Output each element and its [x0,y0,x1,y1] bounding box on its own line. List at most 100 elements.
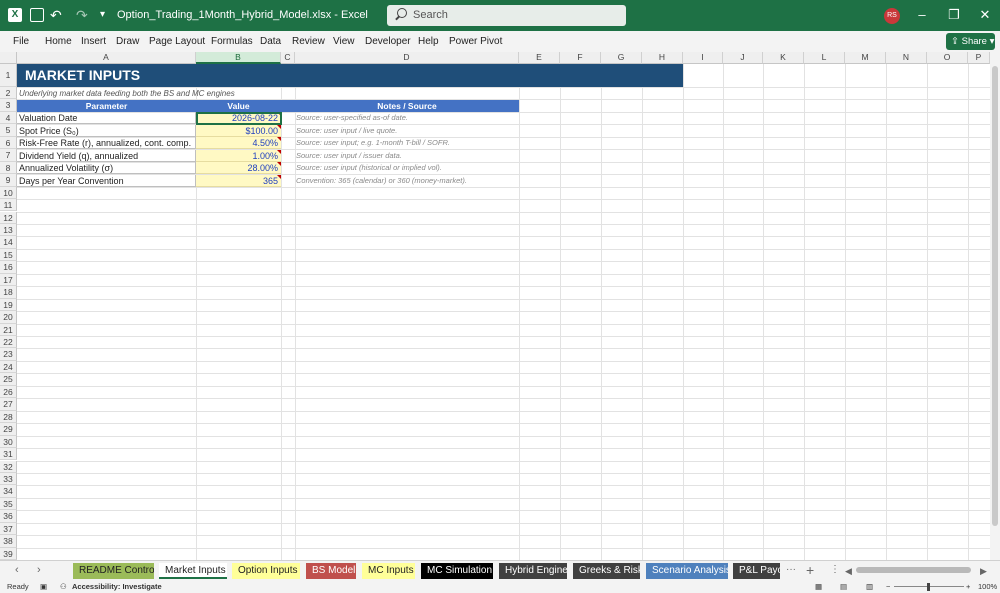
row-header[interactable]: 3 [0,99,17,112]
row-header[interactable]: 2 [0,87,17,100]
header-spacer[interactable] [281,100,295,112]
row-header[interactable]: 14 [0,236,17,249]
row-header[interactable]: 23 [0,348,17,361]
menu-home[interactable]: Home [45,36,72,47]
column-header-n[interactable]: N [886,52,927,64]
row-header[interactable]: 16 [0,261,17,274]
row-header[interactable]: 1 [0,64,17,87]
sheet-subtitle[interactable]: Underlying market data feeding both the … [19,89,235,98]
row-header[interactable]: 17 [0,273,17,287]
column-header-e[interactable]: E [519,52,560,64]
note-cell[interactable]: Source: user input / issuer data. [296,150,402,162]
header-notes[interactable]: Notes / Source [295,100,519,112]
note-cell[interactable]: Source: user input / live quote. [296,125,397,137]
row-header[interactable]: 6 [0,136,17,150]
zoom-in-icon[interactable]: + [966,582,970,591]
row-header[interactable]: 36 [0,510,17,523]
tab-options-icon[interactable]: ⋮ [830,564,840,575]
share-button[interactable]: ⇪ Share ▾ [946,33,995,50]
row-header[interactable]: 38 [0,535,17,548]
row-header[interactable]: 15 [0,248,17,262]
redo-icon[interactable]: ↷ [76,8,90,22]
row-header[interactable]: 25 [0,373,17,386]
tab-scroll-left-icon[interactable]: ‹ [15,564,19,576]
row-header[interactable]: 12 [0,211,17,224]
value-input-cell[interactable]: 1.00% [196,150,281,162]
horizontal-scroll-thumb[interactable] [856,567,971,573]
row-header[interactable]: 20 [0,311,17,324]
row-header[interactable]: 18 [0,286,17,299]
row-header[interactable]: 7 [0,149,17,162]
row-header[interactable]: 5 [0,124,17,137]
menu-developer[interactable]: Developer [365,36,411,47]
page-break-view-icon[interactable]: ▥ [866,582,873,591]
horizontal-scrollbar[interactable] [856,566,976,574]
select-all-corner[interactable] [0,52,17,64]
menu-page-layout[interactable]: Page Layout [149,36,205,47]
parameter-cell[interactable]: Annualized Volatility (σ) [17,162,196,174]
column-header-j[interactable]: J [723,52,763,64]
menu-review[interactable]: Review [292,36,325,47]
menu-insert[interactable]: Insert [81,36,106,47]
row-header[interactable]: 34 [0,485,17,498]
sheet-banner[interactable]: MARKET INPUTS [17,64,683,87]
row-header[interactable]: 32 [0,460,17,473]
sheet-tab[interactable]: Scenario Analysis [646,563,728,579]
customize-toolbar-icon[interactable]: ▾ [100,8,114,22]
value-input-cell[interactable]: $100.00 [196,125,281,137]
note-cell[interactable]: Source: user input (historical or implie… [296,162,442,174]
zoom-slider-thumb[interactable] [927,583,930,591]
sheet-tab[interactable]: MC Inputs [362,563,415,579]
hscroll-right-icon[interactable]: ▶ [980,566,987,577]
note-cell[interactable]: Source: user-specified as-of date. [296,112,408,124]
search-box[interactable]: Search [387,5,626,26]
sheet-tab[interactable]: Greeks & Risk [573,563,640,579]
menu-help[interactable]: Help [418,36,439,47]
header-value[interactable]: Value [196,100,281,112]
row-header[interactable]: 33 [0,472,17,486]
sheet-tab[interactable]: MC Simulation [421,563,493,579]
column-header-a[interactable]: A [17,52,196,64]
close-icon[interactable]: ✕ [977,7,993,23]
menu-data[interactable]: Data [260,36,281,47]
parameter-cell[interactable]: Spot Price (S₀) [17,125,196,137]
row-header[interactable]: 10 [0,186,17,200]
tab-scroll-right-icon[interactable]: › [37,564,41,576]
parameter-cell[interactable]: Risk-Free Rate (r), annualized, cont. co… [17,137,196,149]
more-sheets-icon[interactable]: ··· [786,564,796,575]
menu-file[interactable]: File [13,36,29,47]
sheet-tab[interactable]: README Control [73,563,154,579]
row-header[interactable]: 28 [0,410,17,424]
normal-view-icon[interactable]: ▦ [815,582,822,591]
minimize-icon[interactable]: – [914,7,930,23]
avatar[interactable]: RS [884,8,900,24]
column-header-d[interactable]: D [295,52,519,64]
row-header[interactable]: 26 [0,385,17,399]
menu-power-pivot[interactable]: Power Pivot [449,36,502,47]
vertical-scroll-thumb[interactable] [992,66,998,526]
page-layout-view-icon[interactable]: ▤ [840,582,847,591]
macro-record-icon[interactable]: ▣ [40,582,47,591]
sheet-tab[interactable]: Hybrid Engine [499,563,567,579]
row-header[interactable]: 13 [0,223,17,237]
row-header[interactable]: 39 [0,547,17,561]
row-header[interactable]: 30 [0,435,17,449]
undo-icon[interactable]: ↶ [50,8,64,22]
menu-formulas[interactable]: Formulas [211,36,253,47]
save-icon[interactable] [30,8,44,22]
row-header[interactable]: 9 [0,174,17,187]
row-header[interactable]: 24 [0,360,17,374]
parameter-cell[interactable]: Valuation Date [17,112,196,124]
column-header-b[interactable]: B [196,52,281,64]
row-header[interactable]: 29 [0,423,17,436]
note-cell[interactable]: Convention: 365 (calendar) or 360 (money… [296,175,467,187]
sheet-tab[interactable]: BS Model [306,563,356,579]
add-sheet-icon[interactable]: + [806,562,814,578]
column-header-p[interactable]: P [968,52,990,64]
row-header[interactable]: 31 [0,448,17,461]
value-input-cell[interactable]: 365 [196,175,281,187]
column-header-l[interactable]: L [804,52,845,64]
column-header-o[interactable]: O [927,52,968,64]
row-header[interactable]: 37 [0,522,17,536]
sheet-tab[interactable]: Market Inputs [159,563,227,579]
